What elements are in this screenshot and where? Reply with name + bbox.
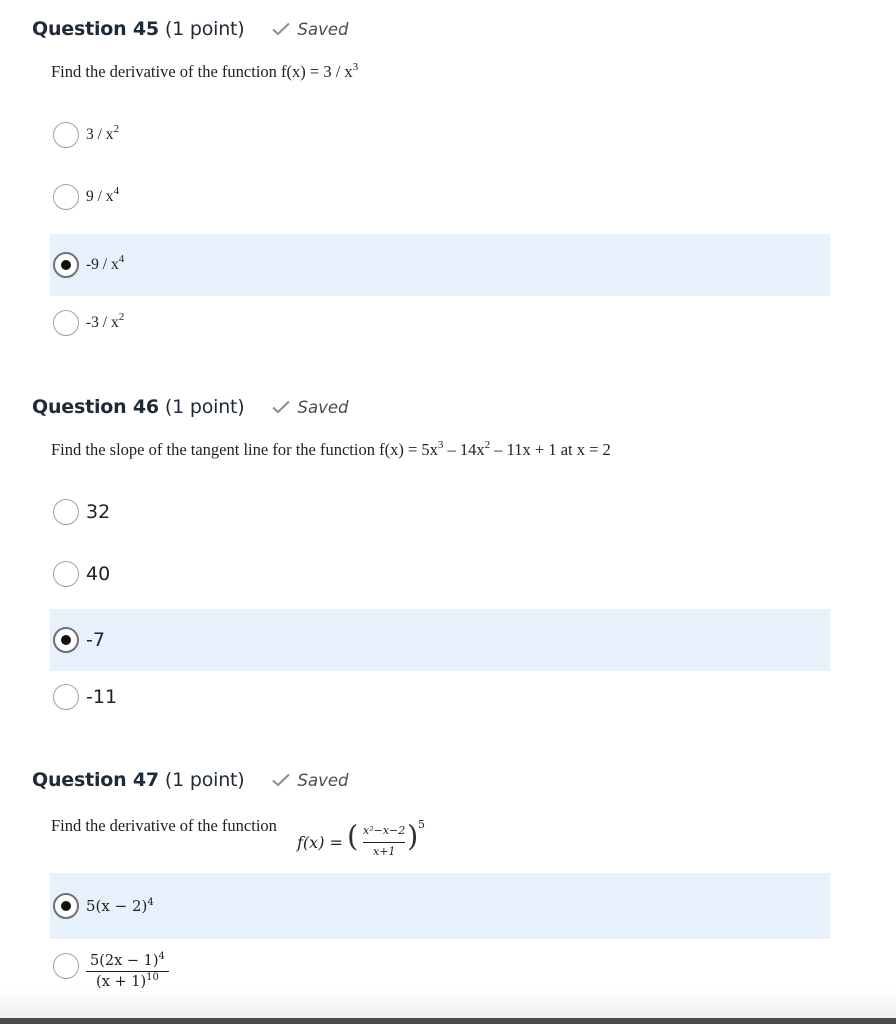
radio-button[interactable]	[53, 499, 79, 525]
left-paren: (	[347, 819, 359, 853]
option-label: 9 / x4	[86, 185, 120, 206]
question-points: (1 point)	[164, 769, 245, 791]
formula-numerator: x²−x−2	[363, 824, 406, 837]
question-prompt: Find the slope of the tangent line for t…	[51, 439, 611, 460]
saved-label: Saved	[297, 397, 349, 417]
checkmark-icon	[271, 773, 290, 787]
formula-lhs: f(x) =	[297, 833, 343, 852]
saved-label: Saved	[297, 19, 349, 39]
fraction-numerator: 5(2x − 1)4	[90, 951, 165, 970]
option-label: 32	[86, 501, 111, 523]
answer-option[interactable]: -3 / x2	[50, 298, 830, 348]
checkmark-icon	[271, 400, 290, 414]
question-47-header: Question 47 (1 point) Saved	[32, 765, 349, 795]
question-45-header: Question 45 (1 point) Saved	[32, 14, 349, 44]
option-label: 5(2x − 1)4 (x + 1)10	[86, 951, 169, 990]
radio-button[interactable]	[53, 953, 79, 979]
option-fraction: 5(2x − 1)4 (x + 1)10	[86, 951, 169, 990]
option-label: -11	[86, 686, 118, 708]
question-points: (1 point)	[164, 396, 245, 418]
formula-denominator: x+1	[373, 845, 396, 858]
window-bottom-edge	[0, 1018, 896, 1024]
radio-button-checked[interactable]	[53, 627, 79, 653]
question-title: Question 45	[32, 18, 159, 40]
answer-option[interactable]: 40	[50, 549, 830, 599]
answer-option-selected[interactable]: -7	[50, 609, 830, 671]
answer-option[interactable]: 32	[50, 487, 830, 537]
option-label: 3 / x2	[86, 123, 120, 144]
question-46-header: Question 46 (1 point) Saved	[32, 392, 349, 422]
question-prompt: Find the derivative of the function	[51, 816, 277, 835]
question-title: Question 46	[32, 396, 159, 418]
fraction-bar	[363, 842, 405, 843]
option-label: 5(x − 2)4	[86, 897, 154, 915]
option-label: -7	[86, 629, 105, 651]
option-label: -9 / x4	[86, 253, 125, 274]
saved-status: Saved	[271, 20, 349, 39]
answer-option-selected[interactable]: -9 / x4	[50, 234, 830, 296]
formula-exponent: 5	[418, 818, 425, 831]
scroll-fade	[0, 988, 896, 1018]
radio-button[interactable]	[53, 122, 79, 148]
question-prompt: Find the derivative of the function f(x)…	[51, 61, 359, 82]
saved-label: Saved	[297, 770, 349, 790]
radio-button[interactable]	[53, 184, 79, 210]
radio-button-checked[interactable]	[53, 893, 79, 919]
radio-button[interactable]	[53, 561, 79, 587]
right-paren: )	[407, 819, 419, 853]
checkmark-icon	[271, 22, 290, 36]
option-label: -3 / x2	[86, 311, 125, 332]
question-points: (1 point)	[164, 18, 245, 40]
saved-status: Saved	[271, 398, 349, 417]
saved-status: Saved	[271, 771, 349, 790]
answer-option[interactable]: -11	[50, 672, 830, 722]
option-label: 40	[86, 563, 111, 585]
question-title: Question 47	[32, 769, 159, 791]
answer-option[interactable]: 3 / x2	[50, 110, 830, 160]
answer-option[interactable]: 9 / x4	[50, 172, 830, 222]
radio-button[interactable]	[53, 684, 79, 710]
radio-button[interactable]	[53, 310, 79, 336]
answer-option-selected[interactable]: 5(x − 2)4	[50, 873, 830, 939]
radio-button-checked[interactable]	[53, 252, 79, 278]
